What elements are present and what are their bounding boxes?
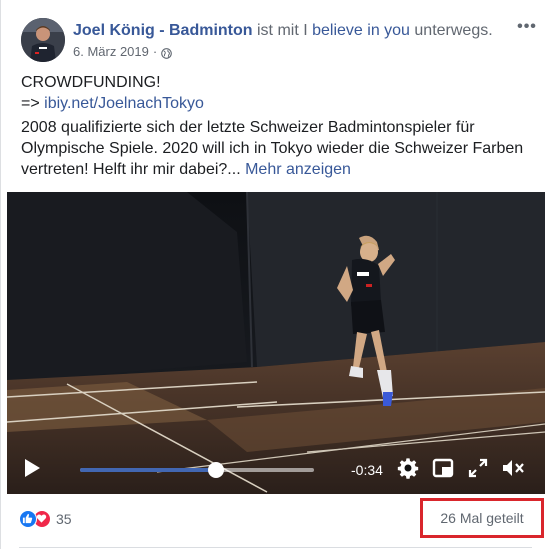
gear-icon[interactable] — [397, 457, 419, 479]
post-meta: 6. März 2019 · — [73, 44, 173, 60]
post-body: CROWDFUNDING! => ibiy.net/JoelnachTokyo … — [21, 72, 536, 180]
fullscreen-icon[interactable] — [467, 457, 489, 479]
see-more-link[interactable]: Mehr anzeigen — [245, 161, 351, 178]
feeling-suffix-text: unterwegs. — [409, 22, 493, 39]
globe-icon — [161, 47, 173, 59]
share-count-highlight: 26 Mal geteilt — [420, 498, 544, 538]
author-name-link[interactable]: Joel König - Badminton — [73, 22, 253, 39]
more-options-icon[interactable]: ••• — [513, 18, 541, 38]
reaction-count: 35 — [56, 511, 72, 527]
avatar-image — [21, 18, 65, 62]
share-count-link[interactable]: 26 Mal geteilt — [440, 510, 523, 526]
video-controls: -0:34 — [7, 438, 545, 494]
like-icon — [19, 510, 37, 528]
mini-player-icon[interactable] — [432, 457, 454, 479]
link-prefix: => — [21, 95, 45, 112]
meta-separator: · — [152, 44, 158, 59]
play-icon[interactable] — [23, 458, 41, 478]
video-player[interactable]: -0:34 — [7, 192, 545, 494]
post-paragraph: 2008 qualifizierte sich der letzte Schwe… — [21, 117, 536, 180]
volume-icon[interactable] — [501, 457, 525, 479]
video-time-remaining: -0:34 — [351, 462, 383, 478]
post-date-link[interactable]: 6. März 2019 — [73, 44, 149, 60]
reactions-summary[interactable]: 35 — [19, 510, 72, 528]
post-headline: CROWDFUNDING! — [21, 74, 161, 91]
post-card: Joel König - Badminton ist mit I believe… — [0, 0, 549, 549]
author-line: Joel König - Badminton ist mit I believe… — [73, 21, 493, 41]
post-header: Joel König - Badminton ist mit I believe… — [21, 18, 541, 66]
post-link-line: => ibiy.net/JoelnachTokyo — [21, 93, 536, 114]
video-progress-fill — [80, 468, 216, 472]
author-avatar[interactable] — [21, 18, 65, 62]
feeling-link[interactable]: believe in you — [312, 22, 410, 39]
footer-divider — [19, 547, 532, 548]
video-progress-knob[interactable] — [207, 462, 224, 478]
video-progress-bar[interactable] — [80, 462, 314, 478]
crowdfunding-link[interactable]: ibiy.net/JoelnachTokyo — [44, 95, 204, 112]
post-footer: 35 26 Mal geteilt — [1, 494, 549, 549]
author-suffix-text: ist mit I — [252, 22, 313, 39]
